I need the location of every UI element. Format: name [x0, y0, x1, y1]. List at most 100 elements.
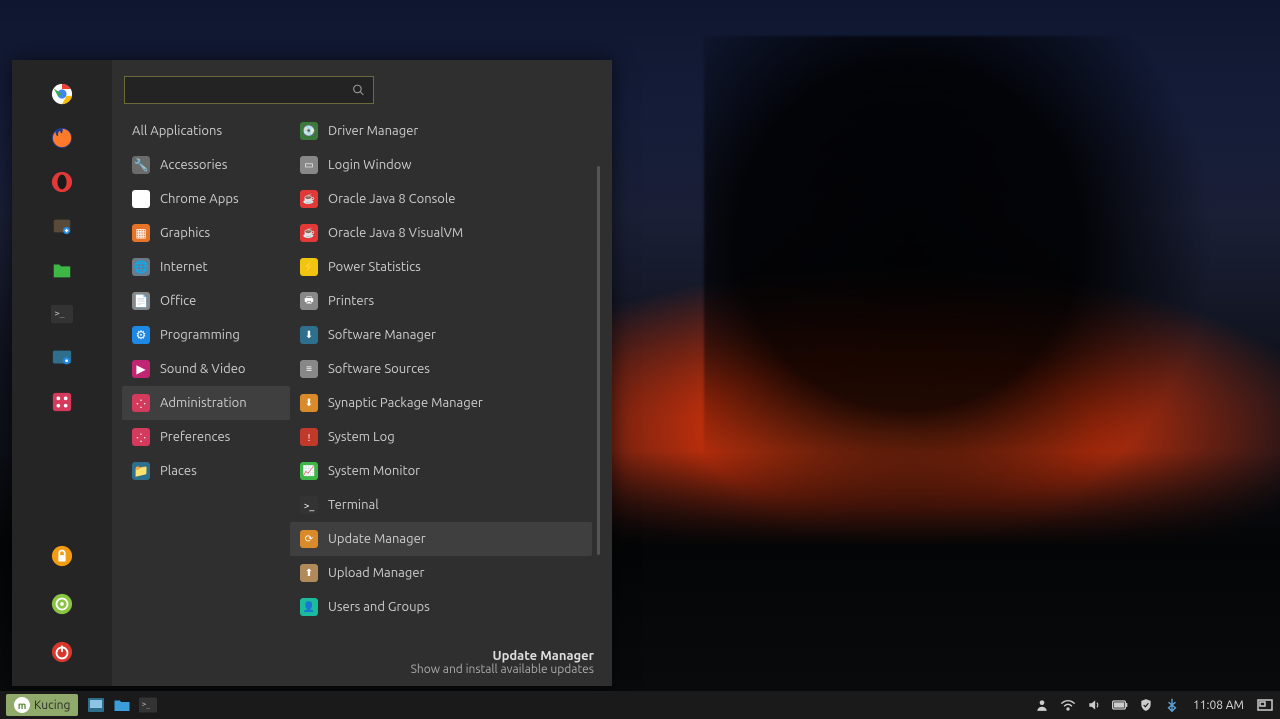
app-label: Power Statistics: [328, 260, 421, 274]
bluetooth-icon[interactable]: [1163, 696, 1181, 714]
favorites-column: >_: [12, 60, 112, 686]
app-power-statistics[interactable]: ⚡ Power Statistics: [290, 250, 592, 284]
app-icon: 🖶: [300, 292, 318, 310]
favorite-opera[interactable]: [46, 166, 78, 198]
app-label: Update Manager: [328, 532, 426, 546]
category-label: Chrome Apps: [160, 192, 239, 206]
category-programming[interactable]: ⚙ Programming: [122, 318, 290, 352]
session-shutdown[interactable]: [46, 636, 78, 668]
application-list: 💽Driver Manager▭Login Window☕Oracle Java…: [290, 114, 602, 645]
app-icon: >_: [300, 496, 318, 514]
user-icon[interactable]: [1033, 696, 1051, 714]
category-sound-video[interactable]: ▶Sound & Video: [122, 352, 290, 386]
favorite-software-manager[interactable]: [46, 210, 78, 242]
category-icon: 🔧: [132, 156, 150, 174]
app-icon: ⬇: [300, 326, 318, 344]
category-icon: ◉: [132, 190, 150, 208]
app-terminal[interactable]: >_ Terminal: [290, 488, 592, 522]
wifi-icon[interactable]: [1059, 696, 1077, 714]
category-icon: 📁: [132, 462, 150, 480]
workspace-switcher-icon[interactable]: [1256, 696, 1274, 714]
menu-footer: Update Manager Show and install availabl…: [122, 645, 602, 680]
favorite-dice[interactable]: [46, 386, 78, 418]
launcher-terminal[interactable]: >_: [136, 695, 160, 715]
category-label: Preferences: [160, 430, 230, 444]
app-label: Upload Manager: [328, 566, 424, 580]
app-system-monitor[interactable]: 📈System Monitor: [290, 454, 592, 488]
app-label: Printers: [328, 294, 374, 308]
category-internet[interactable]: 🌐Internet: [122, 250, 290, 284]
start-button[interactable]: m Kucing: [6, 694, 78, 716]
favorite-chrome[interactable]: [46, 78, 78, 110]
battery-icon[interactable]: [1111, 696, 1129, 714]
search-input[interactable]: [125, 77, 335, 103]
category-list: All Applications 🔧 Accessories ◉ Chrome Apps…: [122, 114, 290, 645]
volume-icon[interactable]: [1085, 696, 1103, 714]
app-icon: ☕: [300, 224, 318, 242]
application-menu: >_ All Applications 🔧 Accessories ◉ Chrome A…: [12, 60, 612, 686]
clock: 11:08 AM: [1187, 699, 1250, 712]
app-label: Software Manager: [328, 328, 436, 342]
category-icon: ⁘: [132, 428, 150, 446]
app-icon: ≡: [300, 360, 318, 378]
app-update-manager[interactable]: ⟳ Update Manager: [290, 522, 592, 556]
category-accessories[interactable]: 🔧 Accessories: [122, 148, 290, 182]
category-label: Graphics: [160, 226, 210, 240]
app-icon: ⟳: [300, 530, 318, 548]
category-label: Office: [160, 294, 196, 308]
category-office[interactable]: 📄Office: [122, 284, 290, 318]
category-label: Places: [160, 464, 197, 478]
app-label: Login Window: [328, 158, 411, 172]
favorite-settings[interactable]: [46, 342, 78, 374]
app-icon: !: [300, 428, 318, 446]
favorite-terminal[interactable]: >_: [46, 298, 78, 330]
wallpaper-decor: [704, 36, 1216, 539]
app-label: Terminal: [328, 498, 379, 512]
launcher-show-desktop[interactable]: [84, 695, 108, 715]
app-printers[interactable]: 🖶 Printers: [290, 284, 592, 318]
svg-text:>_: >_: [55, 308, 65, 318]
category-icon: ⁘: [132, 394, 150, 412]
category-all-applications[interactable]: All Applications: [122, 114, 290, 148]
app-login-window[interactable]: ▭ Login Window: [290, 148, 592, 182]
app-oracle-java-8-console[interactable]: ☕Oracle Java 8 Console: [290, 182, 592, 216]
session-logout[interactable]: [46, 588, 78, 620]
menu-search[interactable]: [124, 76, 374, 104]
app-users-and-groups[interactable]: 👤Users and Groups: [290, 590, 592, 624]
app-icon: 📈: [300, 462, 318, 480]
svg-text:>_: >_: [142, 701, 151, 709]
app-synaptic-package-manager[interactable]: ⬇Synaptic Package Manager: [290, 386, 592, 420]
search-icon: [352, 84, 365, 97]
shield-icon[interactable]: [1137, 696, 1155, 714]
app-icon: ▭: [300, 156, 318, 174]
session-lock[interactable]: [46, 540, 78, 572]
app-icon: ⚡: [300, 258, 318, 276]
category-chrome-apps[interactable]: ◉ Chrome Apps: [122, 182, 290, 216]
category-label: Internet: [160, 260, 208, 274]
category-graphics[interactable]: ▦ Graphics: [122, 216, 290, 250]
category-icon: ⚙: [132, 326, 150, 344]
app-upload-manager[interactable]: ⬆ Upload Manager: [290, 556, 592, 590]
category-label: Programming: [160, 328, 240, 342]
app-software-manager[interactable]: ⬇ Software Manager: [290, 318, 592, 352]
app-label: Software Sources: [328, 362, 430, 376]
category-label: Accessories: [160, 158, 227, 172]
category-icon: ▶: [132, 360, 150, 378]
app-system-log[interactable]: !System Log: [290, 420, 592, 454]
category-places[interactable]: 📁 Places: [122, 454, 290, 488]
category-icon: ▦: [132, 224, 150, 242]
category-label: All Applications: [132, 124, 222, 138]
launcher-files[interactable]: [110, 695, 134, 715]
app-oracle-java-8-visualvm[interactable]: ☕ Oracle Java 8 VisualVM: [290, 216, 592, 250]
app-software-sources[interactable]: ≡ Software Sources: [290, 352, 592, 386]
app-driver-manager[interactable]: 💽Driver Manager: [290, 114, 592, 148]
app-icon: ⬆: [300, 564, 318, 582]
taskbar: m Kucing >_ 11:08 AM: [0, 691, 1280, 719]
app-label: Oracle Java 8 VisualVM: [328, 226, 463, 240]
footer-description: Show and install available updates: [122, 663, 594, 676]
footer-title: Update Manager: [122, 649, 594, 663]
favorite-firefox[interactable]: [46, 122, 78, 154]
category-preferences[interactable]: ⁘ Preferences: [122, 420, 290, 454]
favorite-files[interactable]: [46, 254, 78, 286]
category-administration[interactable]: ⁘Administration: [122, 386, 290, 420]
